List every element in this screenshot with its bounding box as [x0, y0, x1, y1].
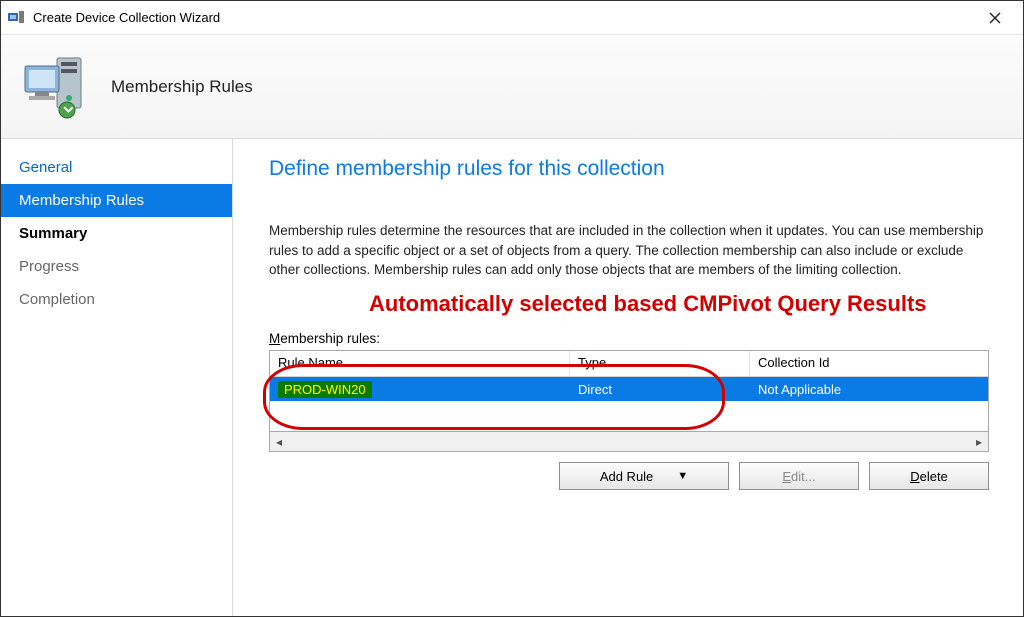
edit-button: Edit... — [739, 462, 859, 490]
banner: Membership Rules — [1, 35, 1023, 139]
close-button[interactable] — [973, 3, 1017, 33]
table-empty-area — [270, 401, 988, 431]
scroll-right-arrow[interactable]: ▸ — [970, 433, 988, 451]
table-header: Rule Name Type Collection Id — [270, 351, 988, 377]
col-collection-id[interactable]: Collection Id — [750, 351, 988, 376]
step-progress: Progress — [1, 250, 232, 283]
rules-list-label: Membership rules: — [269, 331, 1001, 346]
window-title: Create Device Collection Wizard — [33, 10, 973, 25]
edit-label: dit... — [791, 469, 816, 484]
page-heading: Define membership rules for this collect… — [269, 157, 1001, 181]
titlebar: Create Device Collection Wizard — [1, 1, 1023, 35]
step-completion: Completion — [1, 283, 232, 316]
annotation-overlay: Automatically selected based CMPivot Que… — [369, 290, 929, 318]
close-icon — [989, 12, 1001, 24]
delete-button[interactable]: Delete — [869, 462, 989, 490]
cell-rule-name: PROD-WIN20 — [270, 378, 570, 401]
banner-title: Membership Rules — [111, 77, 253, 97]
wizard-body: General Membership Rules Summary Progres… — [1, 139, 1023, 616]
description-text: Membership rules determine the resources… — [269, 221, 989, 280]
step-membership-rules[interactable]: Membership Rules — [1, 184, 232, 217]
col-type[interactable]: Type — [570, 351, 750, 376]
horizontal-scrollbar[interactable]: ◂ ▸ — [269, 432, 989, 452]
button-row: Add Rule ▼ Edit... Delete — [269, 462, 989, 490]
sidebar: General Membership Rules Summary Progres… — [1, 139, 233, 616]
cell-type: Direct — [570, 379, 750, 400]
rules-table-wrap: Rule Name Type Collection Id PROD-WIN20 … — [269, 350, 1001, 452]
table-row[interactable]: PROD-WIN20 Direct Not Applicable — [270, 377, 988, 401]
scroll-left-arrow[interactable]: ◂ — [270, 433, 288, 451]
chevron-down-icon: ▼ — [677, 470, 688, 482]
add-rule-label: Add Rule — [600, 469, 653, 484]
cell-collection-id: Not Applicable — [750, 379, 988, 400]
main-panel: Define membership rules for this collect… — [233, 139, 1023, 616]
rules-label-text: embership rules: — [280, 331, 380, 346]
rules-table[interactable]: Rule Name Type Collection Id PROD-WIN20 … — [269, 350, 989, 432]
add-rule-button[interactable]: Add Rule ▼ — [559, 462, 729, 490]
delete-accelerator: D — [910, 469, 919, 484]
step-general[interactable]: General — [1, 151, 232, 184]
app-icon — [7, 9, 25, 27]
step-summary[interactable]: Summary — [1, 217, 232, 250]
rules-label-accelerator: M — [269, 331, 280, 346]
computer-icon — [21, 52, 91, 122]
col-rule-name[interactable]: Rule Name — [270, 351, 570, 376]
delete-label: elete — [920, 469, 948, 484]
rule-name-highlight: PROD-WIN20 — [278, 381, 372, 398]
edit-accelerator: E — [782, 469, 791, 484]
scroll-track[interactable] — [288, 433, 970, 451]
wizard-window: Create Device Collection Wizard M — [0, 0, 1024, 617]
